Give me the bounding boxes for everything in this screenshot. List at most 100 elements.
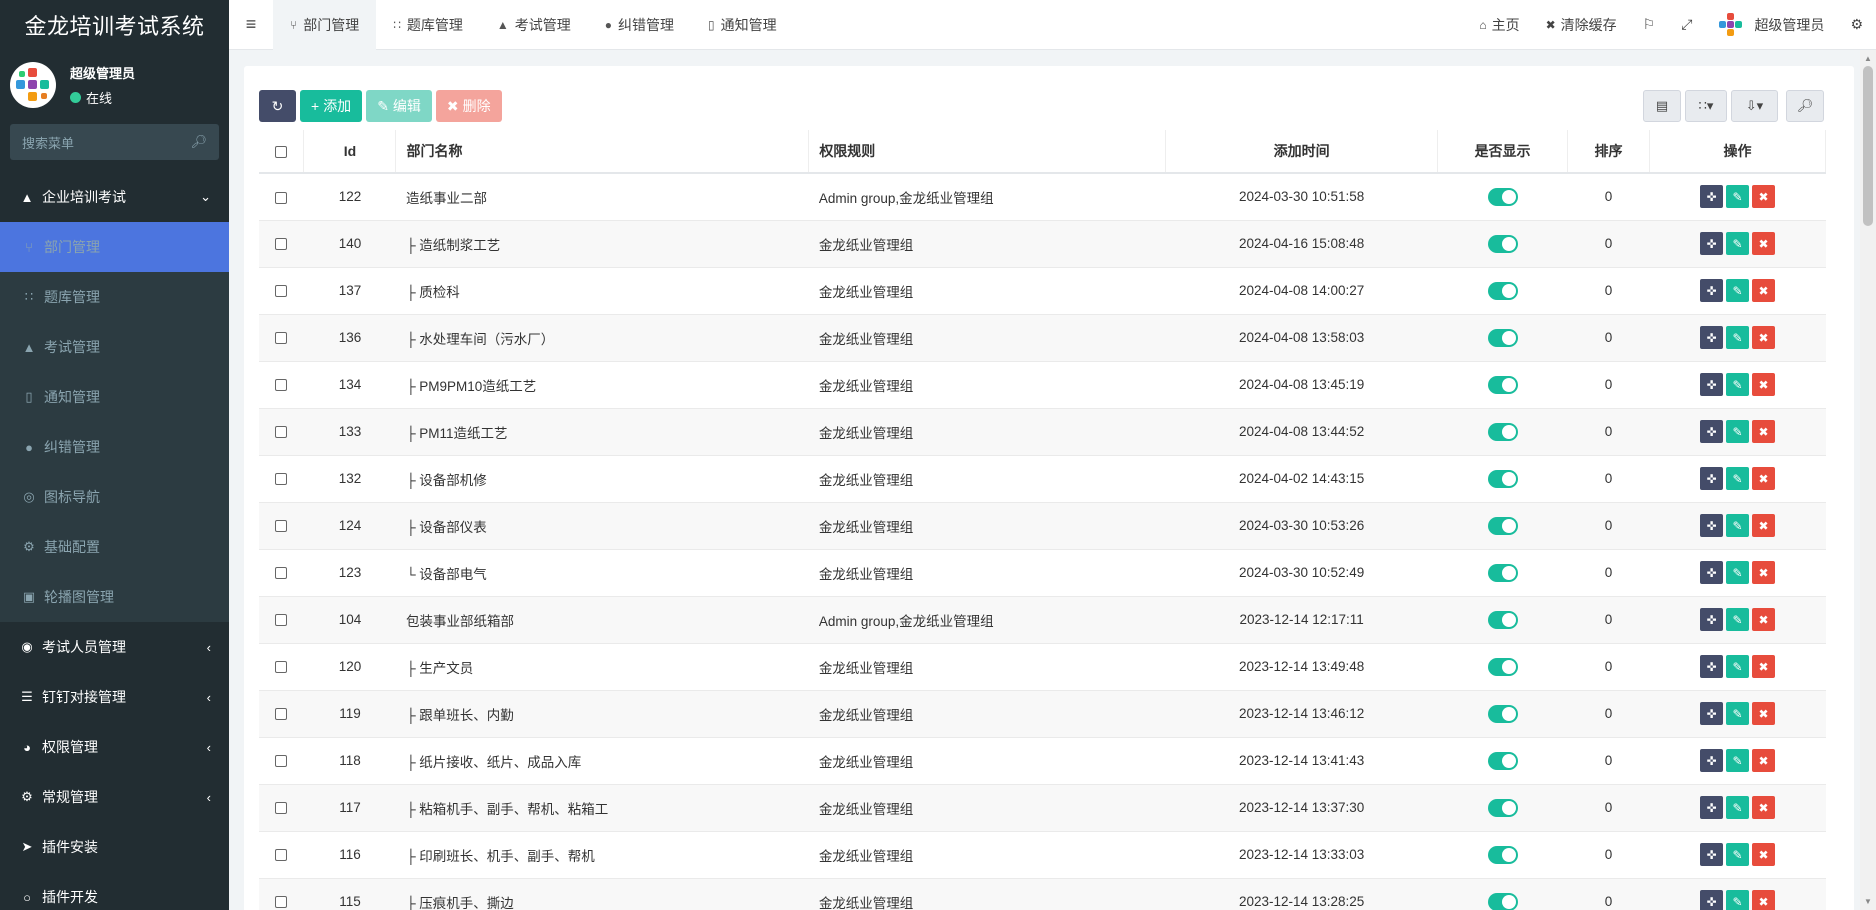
delete-icon[interactable]: ✖ xyxy=(1752,373,1775,396)
move-icon[interactable]: ✜ xyxy=(1700,843,1723,866)
sidebar-item-correction[interactable]: ● 纠错管理 xyxy=(0,422,229,472)
edit-icon[interactable]: ✎ xyxy=(1726,279,1749,302)
delete-icon[interactable]: ✖ xyxy=(1752,514,1775,537)
table-row[interactable]: 119 ├ 跟单班长、内勤 金龙纸业管理组 2023-12-14 13:46:1… xyxy=(259,690,1826,738)
visible-toggle[interactable] xyxy=(1487,563,1518,582)
col-name[interactable]: 部门名称 xyxy=(395,130,810,174)
delete-icon[interactable]: ✖ xyxy=(1752,890,1775,910)
sidebar-item-notice[interactable]: ▯ 通知管理 xyxy=(0,372,229,422)
sidebar-item-examinees[interactable]: ◉ 考试人员管理 ‹ xyxy=(0,622,229,672)
delete-icon[interactable]: ✖ xyxy=(1752,420,1775,443)
col-id[interactable]: Id xyxy=(303,130,397,174)
row-checkbox[interactable] xyxy=(275,191,288,204)
row-checkbox[interactable] xyxy=(275,238,288,251)
sidebar-item-plugin-install[interactable]: ➤ 插件安装 xyxy=(0,822,229,872)
scroll-up-icon[interactable]: ▲ xyxy=(1864,54,1872,63)
tab-correction[interactable]: ● 纠错管理 xyxy=(588,0,691,50)
move-icon[interactable]: ✜ xyxy=(1700,749,1723,772)
table-row[interactable]: 117 ├ 粘箱机手、副手、帮机、粘箱工 金龙纸业管理组 2023-12-14 … xyxy=(259,784,1826,832)
columns-button[interactable]: ∷▾ xyxy=(1685,90,1727,122)
table-row[interactable]: 115 ├ 压痕机手、撕边 金龙纸业管理组 2023-12-14 13:28:2… xyxy=(259,878,1826,910)
visible-toggle[interactable] xyxy=(1487,751,1518,770)
delete-icon[interactable]: ✖ xyxy=(1752,326,1775,349)
edit-icon[interactable]: ✎ xyxy=(1726,655,1749,678)
move-icon[interactable]: ✜ xyxy=(1700,655,1723,678)
edit-icon[interactable]: ✎ xyxy=(1726,326,1749,349)
edit-icon[interactable]: ✎ xyxy=(1726,514,1749,537)
tab-department[interactable]: ⑂ 部门管理 xyxy=(273,0,377,50)
edit-icon[interactable]: ✎ xyxy=(1726,467,1749,490)
refresh-button[interactable]: ↻ xyxy=(259,90,296,122)
visible-toggle[interactable] xyxy=(1487,422,1518,441)
row-checkbox[interactable] xyxy=(275,379,288,392)
sidebar-item-question-bank[interactable]: ∷ 题库管理 xyxy=(0,272,229,322)
export-button[interactable]: ⇩▾ xyxy=(1731,90,1778,122)
move-icon[interactable]: ✜ xyxy=(1700,608,1723,631)
table-row[interactable]: 104 包装事业部纸箱部 Admin group,金龙纸业管理组 2023-12… xyxy=(259,596,1826,644)
visible-toggle[interactable] xyxy=(1487,845,1518,864)
admin-menu[interactable]: 超级管理员 xyxy=(1705,0,1837,50)
search-button[interactable]: 🔎︎ xyxy=(1786,90,1824,122)
visible-toggle[interactable] xyxy=(1487,328,1518,347)
sidebar-item-carousel[interactable]: ▣ 轮播图管理 xyxy=(0,572,229,622)
table-row[interactable]: 123 └ 设备部电气 金龙纸业管理组 2024-03-30 10:52:49 … xyxy=(259,549,1826,597)
visible-toggle[interactable] xyxy=(1487,798,1518,817)
edit-icon[interactable]: ✎ xyxy=(1726,749,1749,772)
tab-exam[interactable]: ▲ 考试管理 xyxy=(480,0,588,50)
sidebar-section-training[interactable]: ▲ 企业培训考试 ⌄ xyxy=(0,172,229,222)
delete-icon[interactable]: ✖ xyxy=(1752,843,1775,866)
visible-toggle[interactable] xyxy=(1487,657,1518,676)
edit-button[interactable]: ✎ 编辑 xyxy=(366,90,432,122)
move-icon[interactable]: ✜ xyxy=(1700,279,1723,302)
delete-icon[interactable]: ✖ xyxy=(1752,655,1775,678)
row-checkbox[interactable] xyxy=(275,520,288,533)
delete-icon[interactable]: ✖ xyxy=(1752,749,1775,772)
row-checkbox[interactable] xyxy=(275,802,288,815)
visible-toggle[interactable] xyxy=(1487,704,1518,723)
table-row[interactable]: 124 ├ 设备部仪表 金龙纸业管理组 2024-03-30 10:53:26 … xyxy=(259,502,1826,550)
row-checkbox[interactable] xyxy=(275,708,288,721)
table-row[interactable]: 122 造纸事业二部 Admin group,金龙纸业管理组 2024-03-3… xyxy=(259,173,1826,221)
edit-icon[interactable]: ✎ xyxy=(1726,890,1749,910)
tab-notice[interactable]: ▯ 通知管理 xyxy=(691,0,794,50)
delete-button[interactable]: ✖ 删除 xyxy=(435,90,502,122)
row-checkbox[interactable] xyxy=(275,285,288,298)
search-input[interactable]: 搜索菜单 🔎︎ xyxy=(10,124,219,160)
row-checkbox[interactable] xyxy=(275,661,288,674)
table-row[interactable]: 133 ├ PM11造纸工艺 金龙纸业管理组 2024-04-08 13:44:… xyxy=(259,408,1826,456)
table-row[interactable]: 132 ├ 设备部机修 金龙纸业管理组 2024-04-02 14:43:15 … xyxy=(259,455,1826,503)
sidebar-item-basic-config[interactable]: ⚙ 基础配置 xyxy=(0,522,229,572)
clear-cache-button[interactable]: ✖ 清除缓存 xyxy=(1533,0,1630,50)
row-checkbox[interactable] xyxy=(275,332,288,345)
delete-icon[interactable]: ✖ xyxy=(1752,608,1775,631)
table-row[interactable]: 118 ├ 纸片接收、纸片、成品入库 金龙纸业管理组 2023-12-14 13… xyxy=(259,737,1826,785)
col-visible[interactable]: 是否显示 xyxy=(1437,130,1569,174)
sidebar-item-icon-nav[interactable]: ◎ 图标导航 xyxy=(0,472,229,522)
visible-toggle[interactable] xyxy=(1487,281,1518,300)
visible-toggle[interactable] xyxy=(1487,469,1518,488)
move-icon[interactable]: ✜ xyxy=(1700,420,1723,443)
delete-icon[interactable]: ✖ xyxy=(1752,561,1775,584)
row-checkbox[interactable] xyxy=(275,614,288,627)
edit-icon[interactable]: ✎ xyxy=(1726,608,1749,631)
edit-icon[interactable]: ✎ xyxy=(1726,561,1749,584)
delete-icon[interactable]: ✖ xyxy=(1752,467,1775,490)
table-row[interactable]: 134 ├ PM9PM10造纸工艺 金龙纸业管理组 2024-04-08 13:… xyxy=(259,361,1826,409)
visible-toggle[interactable] xyxy=(1487,516,1518,535)
edit-icon[interactable]: ✎ xyxy=(1726,373,1749,396)
sidebar-item-permissions[interactable]: ◕ 权限管理 ‹ xyxy=(0,722,229,772)
home-link[interactable]: ⌂ 主页 xyxy=(1466,0,1532,50)
delete-icon[interactable]: ✖ xyxy=(1752,279,1775,302)
visible-toggle[interactable] xyxy=(1487,187,1518,206)
sidebar-item-plugin-dev[interactable]: ○ 插件开发 xyxy=(0,872,229,910)
edit-icon[interactable]: ✎ xyxy=(1726,843,1749,866)
visible-toggle[interactable] xyxy=(1487,375,1518,394)
edit-icon[interactable]: ✎ xyxy=(1726,232,1749,255)
edit-icon[interactable]: ✎ xyxy=(1726,420,1749,443)
menu-toggle-icon[interactable]: ≡ xyxy=(229,0,273,50)
tab-question-bank[interactable]: ∷ 题库管理 xyxy=(376,0,480,50)
col-time[interactable]: 添加时间 xyxy=(1165,130,1439,174)
sidebar-item-department[interactable]: ⑂ 部门管理 xyxy=(0,222,229,272)
delete-icon[interactable]: ✖ xyxy=(1752,702,1775,725)
move-icon[interactable]: ✜ xyxy=(1700,796,1723,819)
